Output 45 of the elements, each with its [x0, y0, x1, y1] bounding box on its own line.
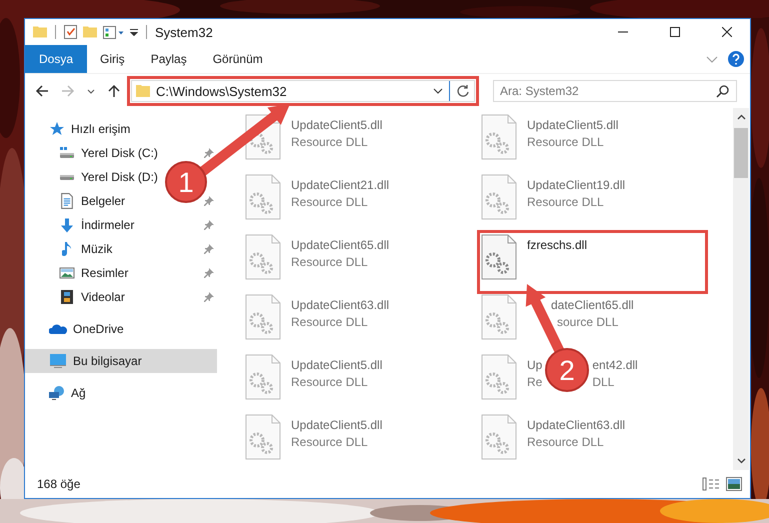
- file-name[interactable]: UpdateClient5.dll: [291, 118, 382, 132]
- sidebar-item[interactable]: OneDrive: [25, 317, 128, 341]
- file-type: DLL: [592, 375, 614, 389]
- file-name[interactable]: UpdateClient21.dll: [291, 178, 390, 192]
- sidebar-item[interactable]: Belgeler: [25, 189, 130, 213]
- file-type: Resource DLL: [291, 435, 368, 449]
- file-type: Resource DLL: [291, 375, 368, 389]
- ribbon-tab[interactable]: Dosya: [25, 45, 88, 73]
- sidebar-item[interactable]: Hızlı erişim: [25, 117, 134, 141]
- file-type: source DLL: [557, 315, 618, 329]
- file-name[interactable]: Up: [527, 358, 542, 372]
- sidebar-item[interactable]: Müzik: [25, 237, 116, 261]
- item-count: 168 öğe: [37, 477, 80, 491]
- file-name[interactable]: UpdateClient63.dll: [291, 298, 390, 312]
- file-name[interactable]: UpdateClient19.dll: [527, 178, 626, 192]
- sidebar-item[interactable]: Yerel Disk (D:): [25, 165, 162, 189]
- file-name[interactable]: dateClient65.dll: [551, 298, 634, 312]
- sidebar-item[interactable]: Bu bilgisayar: [25, 349, 217, 373]
- ribbon-tab[interactable]: Paylaş: [138, 45, 200, 73]
- file-type: Resource DLL: [291, 255, 368, 269]
- sidebar-item[interactable]: İndirmeler: [25, 213, 138, 237]
- file-type: Re: [527, 375, 542, 389]
- file-type: Resource DLL: [527, 195, 604, 209]
- ribbon-tab[interactable]: Görünüm: [200, 45, 276, 73]
- window-title: System32: [155, 24, 213, 40]
- sidebar-item[interactable]: Videolar: [25, 285, 129, 309]
- file-name[interactable]: UpdateClient65.dll: [291, 238, 390, 252]
- sidebar-item[interactable]: Yerel Disk (C:): [25, 141, 162, 165]
- callout-number: 2: [559, 355, 575, 386]
- file-name[interactable]: UpdateClient5.dll: [291, 418, 382, 432]
- ribbon-tab[interactable]: Giriş: [87, 45, 138, 73]
- file-type: Resource DLL: [291, 315, 368, 329]
- file-name[interactable]: fzreschs.dll: [527, 238, 588, 252]
- file-name[interactable]: UpdateClient63.dll: [527, 418, 626, 432]
- sidebar-item[interactable]: Resimler: [25, 261, 132, 285]
- file-type: Resource DLL: [291, 195, 368, 209]
- sidebar-item[interactable]: Ağ: [25, 381, 90, 405]
- file-type: Resource DLL: [527, 135, 604, 149]
- file-name[interactable]: UpdateClient5.dll: [527, 118, 618, 132]
- file-type: Resource DLL: [291, 135, 368, 149]
- file-name[interactable]: ent42.dll: [592, 358, 638, 372]
- search-field[interactable]: Ara: System32: [493, 80, 737, 102]
- file-name[interactable]: UpdateClient5.dll: [291, 358, 382, 372]
- callout-number: 1: [178, 167, 194, 198]
- file-type: Resource DLL: [527, 435, 604, 449]
